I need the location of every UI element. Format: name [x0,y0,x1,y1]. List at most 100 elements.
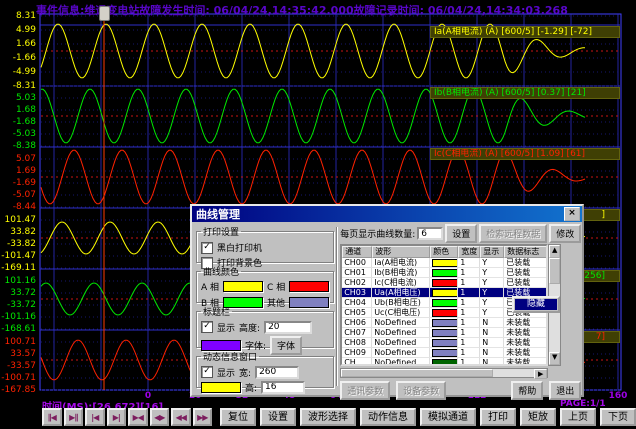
color-swatch-cell [430,298,458,307]
titlebar-height-label: 高度: [239,321,260,334]
row-color-swatch [432,319,458,327]
table-cell: 1 [458,358,480,366]
table-header-2[interactable]: 颜色 [430,246,458,258]
table-cell: CH01 [342,268,372,277]
hscrollbar-thumb[interactable] [341,369,493,377]
y-tick-ia: -1.66 [0,54,36,63]
table-row[interactable]: CH00Ia(A相电流)1Y已装载 [342,258,546,268]
y-tick-uc: -33.57 [0,362,36,371]
table-header-1[interactable]: 波形 [372,246,430,258]
dialog-close-button[interactable]: × [564,207,580,221]
y-tick-uc: 100.71 [0,338,36,347]
toolbar-button-print[interactable]: 打印 [480,408,516,426]
color-swatch-cell [430,328,458,337]
titlebar-show-label: 显示 [217,321,235,334]
y-tick-ia: 8.31 [0,12,36,21]
scroll-right-icon[interactable]: ▶ [534,369,547,379]
toolbar-button-wave-select[interactable]: 波形选择 [300,408,356,426]
pane-divider [336,227,338,386]
table-cell: 未装载 [504,318,548,327]
toolbar-button-settings[interactable]: 设置 [260,408,296,426]
dialog-left-pane: 打印设置 ✓ 黑白打印机 打印背景色 曲线颜色 A 相C 相B 相其他 标题栏 [196,225,334,388]
toolbar-button-prev-page[interactable]: 上页 [560,408,596,426]
curve-color-swatch-0[interactable] [223,281,263,292]
y-tick-ib: -1.68 [0,118,36,127]
nav-fast-forward-icon[interactable]: ▶▶ [193,408,213,426]
table-header-4[interactable]: 显示 [480,246,504,258]
table-row[interactable]: CH02Ic(C相电流)1Y已装载 [342,278,546,288]
table-row[interactable]: CH08NoDefined1N未装载 [342,338,546,348]
channel-label-ia: Ia(A相电流) (A) [600/5] [-1.29] [-72] [430,26,620,38]
nav-go-first-icon[interactable]: ∥◀ [42,408,62,426]
table-cell: 1 [458,318,480,327]
y-tick-ia: 4.99 [0,26,36,35]
y-tick-uc: -167.85 [0,386,36,395]
table-header-5[interactable]: 数据标志 [504,246,548,258]
set-button[interactable]: 设置 [445,224,477,243]
table-cell: CH.. [342,358,372,366]
table-cell: CH00 [342,258,372,267]
scrollbar-thumb[interactable] [549,258,560,284]
dyninfo-show-checkbox[interactable]: ✓ [201,366,213,378]
y-tick-ub: -101.16 [0,313,36,322]
nav-step-forward-icon[interactable]: ▶| [107,408,127,426]
print-settings-legend: 打印设置 [201,225,241,238]
table-row[interactable]: CH09NoDefined1N未装载 [342,348,546,358]
context-menu-hide-item[interactable]: 隐藏 [515,299,557,310]
toolbar-button-action-info[interactable]: 动作信息 [360,408,416,426]
bw-printer-checkbox[interactable]: ✓ [201,242,213,254]
table-cell: 未装载 [504,348,548,357]
table-cell: Y [480,278,504,287]
table-row[interactable]: CH01Ib(B相电流)1Y已装载 [342,268,546,278]
nav-compress-icon[interactable]: ▶◀ [128,408,148,426]
modify-button[interactable]: 修改 [549,224,581,243]
y-tick-ib: 1.68 [0,106,36,115]
nav-fast-backward-icon[interactable]: ◀◀ [171,408,191,426]
table-cell: NoDefined [372,338,430,347]
channel-label-ic: Ic(C相电流) (A) [600/5] [1.09] [61] [430,148,620,160]
table-row[interactable]: CH..NoDefined1N未装载 [342,358,546,366]
print-settings-group: 打印设置 ✓ 黑白打印机 打印背景色 [196,225,334,263]
y-tick-ub: 33.72 [0,289,36,298]
time-cursor-handle[interactable] [99,6,110,21]
table-cell: N [480,328,504,337]
dynamic-info-legend: 动态信息窗口 [201,350,259,363]
curves-per-page-label: 每页显示曲线数量: [340,227,415,240]
toolbar-button-reset[interactable]: 复位 [220,408,256,426]
toolbar-button-analog-channel[interactable]: 模拟通道 [420,408,476,426]
table-row[interactable]: CH07NoDefined1N未装载 [342,328,546,338]
table-cell: Ia(A相电流) [372,258,430,267]
table-row[interactable]: CH06NoDefined1N未装载 [342,318,546,328]
y-tick-ib: -5.03 [0,130,36,139]
toolbar-button-zoom[interactable]: 矩放 [520,408,556,426]
table-horizontal-scrollbar[interactable]: ▶ [340,368,548,378]
curve-color-swatch-1[interactable] [289,281,329,292]
curves-per-page-input[interactable] [417,227,443,240]
title-bar-legend: 标题栏 [201,305,232,318]
dyninfo-height-input[interactable] [261,381,305,394]
titlebar-show-checkbox[interactable]: ✓ [201,321,213,333]
color-swatch-cell [430,278,458,287]
color-swatch-cell [430,358,458,366]
row-color-swatch [432,359,458,366]
table-header-3[interactable]: 宽度 [458,246,480,258]
y-tick-ua: 101.47 [0,216,36,225]
color-swatch-cell [430,318,458,327]
nav-step-back-icon[interactable]: |◀ [85,408,105,426]
table-header-0[interactable]: 通道 [342,246,372,258]
y-tick-ib: 5.03 [0,94,36,103]
nav-expand-icon[interactable]: ◀▶ [150,408,170,426]
table-cell: 1 [458,298,480,307]
exit-button[interactable]: 退出 [549,381,581,400]
dyninfo-width-input[interactable] [255,366,299,379]
table-cell: 已装载 [504,258,548,267]
titlebar-height-input[interactable] [264,321,312,334]
toolbar-button-next-page[interactable]: 下页 [600,408,636,426]
scroll-down-icon[interactable]: ▼ [549,352,560,365]
dynamic-info-group: 动态信息窗口 ✓ 显示 宽: 高: [196,350,334,388]
scroll-up-icon[interactable]: ▲ [549,245,560,258]
nav-go-last-icon[interactable]: ▶∥ [64,408,84,426]
dyninfo-color-swatch[interactable] [201,382,241,393]
dialog-titlebar[interactable]: 曲线管理 × [192,206,582,222]
help-button[interactable]: 帮助 [511,381,543,400]
